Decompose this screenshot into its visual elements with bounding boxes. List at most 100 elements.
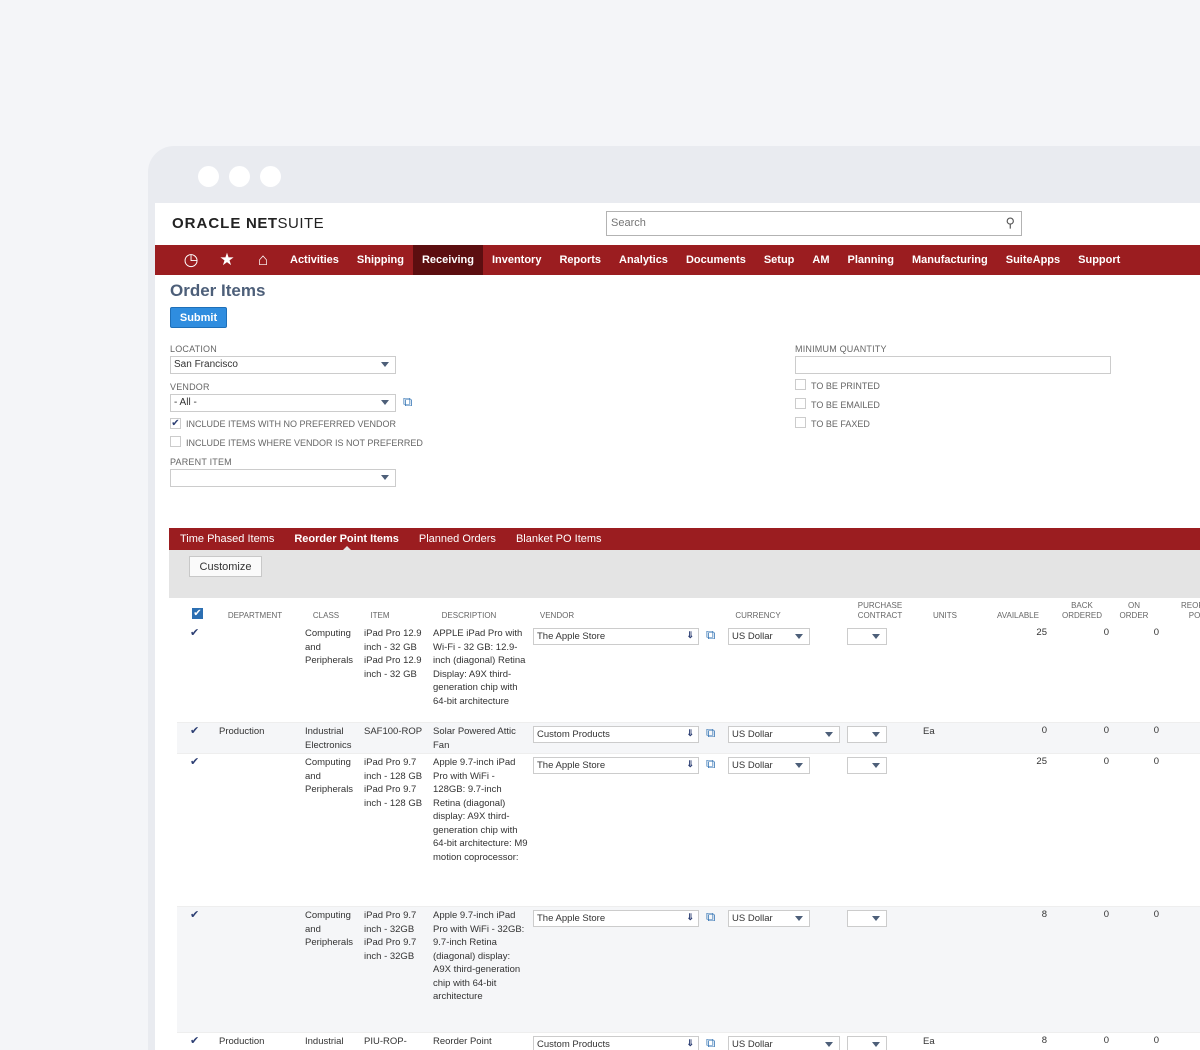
col-available[interactable]: Available [993,611,1043,621]
col-currency[interactable]: Currency [734,611,782,621]
window-dot[interactable] [229,166,250,187]
vendor-label: Vendor [170,382,210,392]
netsuite-app: ORACLE NETSUITE ⚲ ◷ ★ ⌂ Activities Shipp… [155,203,1200,1050]
tab-blanket-po-items[interactable]: Blanket PO Items [516,533,602,545]
chevron-down-icon [872,732,880,737]
double-chevron-down-icon: ⇓ [686,912,694,922]
row-checkbox[interactable]: ✔ [190,910,201,921]
open-vendor-icon[interactable]: ⧉ [706,909,715,925]
nav-receiving[interactable]: Receiving [412,245,483,275]
open-vendor-icon[interactable]: ⧉ [706,627,715,643]
parent-item-label: Parent Item [170,457,232,467]
subtabs: Time Phased Items Reorder Point Items Pl… [169,528,1200,551]
open-vendor-icon[interactable]: ⧉ [706,725,715,741]
nav-analytics[interactable]: Analytics [610,245,677,275]
row-checkbox[interactable]: ✔ [190,1036,201,1047]
to-be-printed-label: To be printed [811,381,880,391]
open-vendor-icon[interactable]: ⧉ [706,756,715,772]
to-be-faxed-checkbox[interactable] [795,417,806,428]
vendor-select[interactable]: The Apple Store ⇓ [533,628,699,645]
tab-time-phased-items[interactable]: Time Phased Items [180,533,274,545]
col-back-ordered[interactable]: Back Ordered [1062,601,1102,621]
nav-suiteapps[interactable]: SuiteApps [997,245,1069,275]
nav-support[interactable]: Support [1069,245,1129,275]
grid-header: ✔ Department Class Item Description Vend… [169,598,1200,628]
nav-am[interactable]: AM [803,245,838,275]
currency-select[interactable]: US Dollar [728,726,840,743]
row-checkbox[interactable]: ✔ [190,757,201,768]
search-icon[interactable]: ⚲ [1005,215,1015,231]
favorites-star-icon[interactable]: ★ [209,250,245,270]
col-units[interactable]: Units [929,611,961,621]
col-department[interactable]: Department [225,611,285,621]
currency-select[interactable]: US Dollar [728,910,810,927]
col-on-order[interactable]: On Order [1119,601,1149,621]
home-icon[interactable]: ⌂ [245,250,281,270]
chevron-down-icon [872,916,880,921]
vendor-select[interactable]: The Apple Store ⇓ [533,757,699,774]
nav-manufacturing[interactable]: Manufacturing [903,245,997,275]
location-select[interactable]: San Francisco [170,356,396,374]
submit-button[interactable]: Submit [170,307,227,328]
location-label: Location [170,344,217,354]
chevron-down-icon [872,763,880,768]
vendor-select[interactable]: Custom Products ⇓ [533,726,699,743]
table-row[interactable]: ✔ Production Industrial Electronics SAF1… [177,723,1200,754]
open-vendor-icon[interactable]: ⧉ [706,1035,715,1050]
page-title: Order Items [170,281,266,300]
search-input[interactable] [607,212,987,234]
purchase-contract-select[interactable] [847,910,887,927]
col-reorder-point[interactable]: Reorder Point [1177,601,1200,621]
col-vendor[interactable]: Vendor [537,611,577,621]
nav-activities[interactable]: Activities [281,245,348,275]
table-row[interactable]: ✔ Computing and Peripherals iPad Pro 9.7… [177,907,1200,1033]
col-description[interactable]: Description [439,611,499,621]
currency-select[interactable]: US Dollar [728,757,810,774]
tab-reorder-point-items[interactable]: Reorder Point Items [294,533,399,551]
window-dot[interactable] [198,166,219,187]
window-dot[interactable] [260,166,281,187]
global-search[interactable]: ⚲ [606,211,1022,236]
nav-reports[interactable]: Reports [550,245,610,275]
to-be-faxed-label: To be faxed [811,419,870,429]
purchase-contract-select[interactable] [847,1036,887,1050]
nav-setup[interactable]: Setup [755,245,804,275]
chevron-down-icon [381,400,389,405]
col-purchase-contract[interactable]: Purchase Contract [854,601,906,621]
include-no-pref-checkbox[interactable]: ✔ [170,418,181,429]
table-row[interactable]: ✔ Production Industrial PIU-ROP- Reorder… [177,1033,1200,1050]
row-checkbox[interactable]: ✔ [190,628,201,639]
parent-item-select[interactable] [170,469,396,487]
tab-planned-orders[interactable]: Planned Orders [419,533,496,545]
vendor-select[interactable]: The Apple Store ⇓ [533,910,699,927]
open-vendor-icon[interactable]: ⧉ [403,394,412,410]
select-all-checkbox[interactable]: ✔ [192,608,203,619]
currency-select[interactable]: US Dollar [728,628,810,645]
nav-planning[interactable]: Planning [839,245,903,275]
to-be-emailed-checkbox[interactable] [795,398,806,409]
chevron-down-icon [872,634,880,639]
oracle-netsuite-logo[interactable]: ORACLE NETSUITE [172,215,324,232]
chevron-down-icon [872,1042,880,1047]
purchase-contract-select[interactable] [847,628,887,645]
nav-shipping[interactable]: Shipping [348,245,413,275]
col-item[interactable]: Item [365,611,395,621]
nav-documents[interactable]: Documents [677,245,755,275]
recent-records-icon[interactable]: ◷ [173,250,209,270]
table-row[interactable]: ✔ Computing and Peripherals iPad Pro 12.… [177,625,1200,723]
table-row[interactable]: ✔ Computing and Peripherals iPad Pro 9.7… [177,754,1200,907]
col-class[interactable]: Class [309,611,343,621]
currency-select[interactable]: US Dollar [728,1036,840,1050]
min-qty-input[interactable] [795,356,1111,374]
to-be-printed-checkbox[interactable] [795,379,806,390]
row-checkbox[interactable]: ✔ [190,726,201,737]
nav-inventory[interactable]: Inventory [483,245,551,275]
include-not-pref-checkbox[interactable] [170,436,181,447]
customize-button[interactable]: Customize [189,556,262,577]
vendor-select[interactable]: Custom Products ⇓ [533,1036,699,1050]
purchase-contract-select[interactable] [847,757,887,774]
chevron-down-icon [825,732,833,737]
purchase-contract-select[interactable] [847,726,887,743]
vendor-select[interactable]: - All - [170,394,396,412]
to-be-emailed-label: To be emailed [811,400,880,410]
